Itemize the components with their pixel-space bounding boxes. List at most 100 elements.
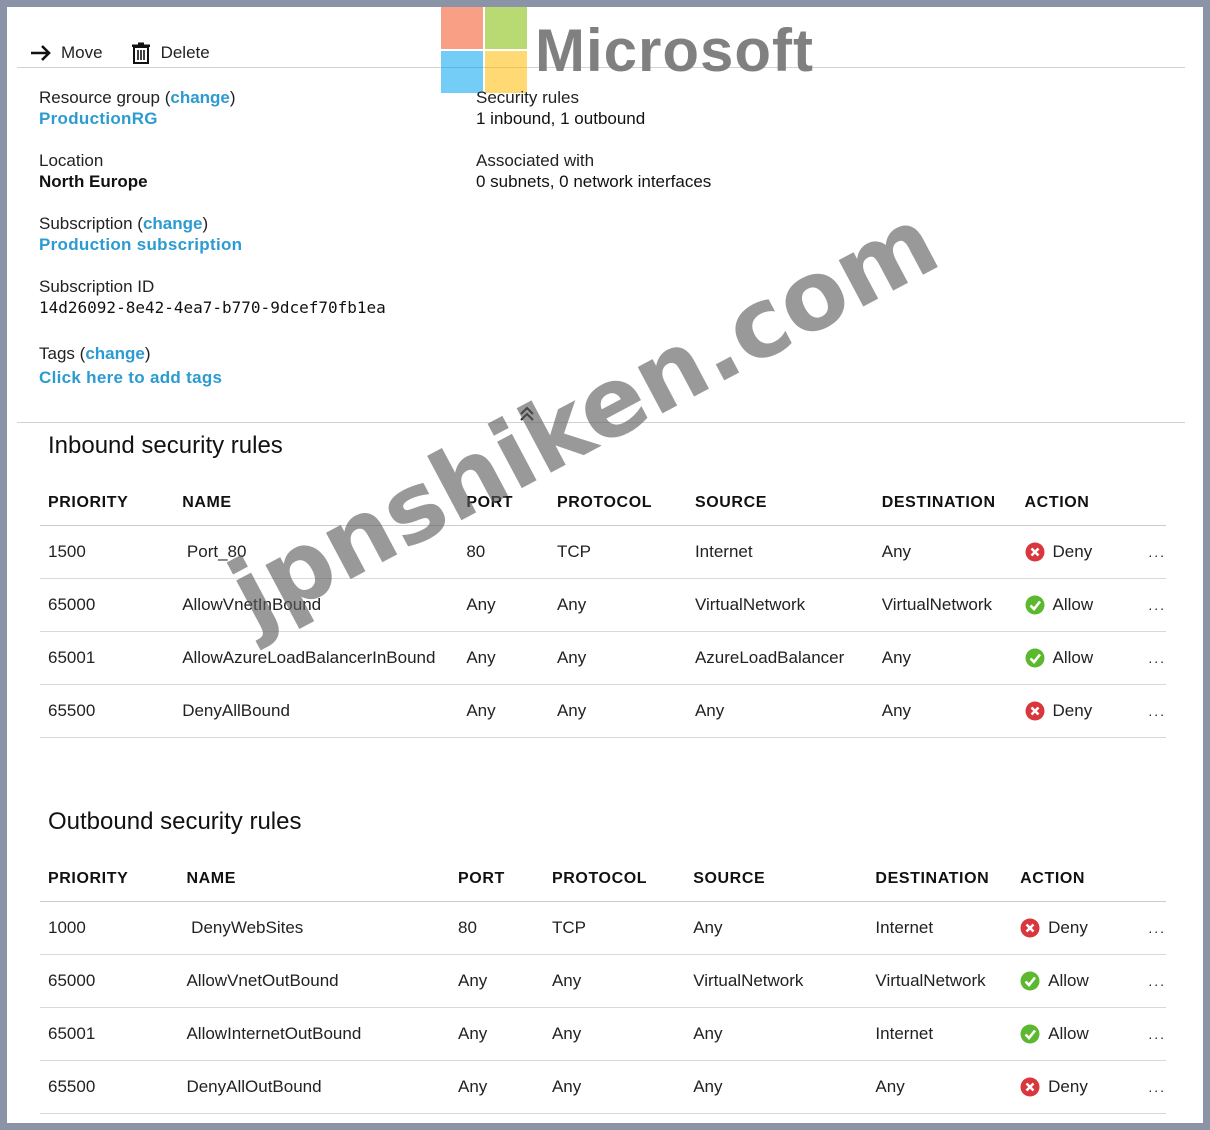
location-field: Location North Europe — [39, 150, 148, 192]
deny-circle-x-icon — [1025, 701, 1045, 721]
row-menu-button[interactable]: ... — [1140, 901, 1166, 955]
associated-with-label: Associated with — [476, 151, 595, 170]
action-status: Allow — [1025, 648, 1141, 668]
cell-protocol: Any — [543, 1060, 686, 1114]
outbound-title: Outbound security rules — [48, 808, 302, 835]
table-row[interactable]: 65001 AllowInternetOutBound Any Any Any Inter… — [40, 1007, 1166, 1061]
action-status: Allow — [1020, 971, 1140, 991]
cell-name: DenyAllOutBound — [178, 1060, 450, 1114]
microsoft-squares-icon — [441, 7, 527, 93]
inbound-rules-table: PRIORITY NAME PORT PROTOCOL SOURCE DESTINATIO… — [40, 481, 1166, 738]
nsg-blade: Move Delete Microsoft Resource group (ch… — [7, 7, 1203, 1123]
cell-name: AllowAzureLoadBalancerInBound — [174, 631, 459, 685]
location-value: North Europe — [39, 172, 148, 191]
microsoft-wordmark: Microsoft — [535, 16, 814, 84]
resource-group-label: Resource group — [39, 88, 160, 107]
row-menu-button[interactable]: ... — [1140, 525, 1166, 579]
row-menu-button[interactable]: ... — [1140, 1007, 1166, 1061]
cell-source: Any — [685, 901, 868, 955]
cell-protocol: TCP — [543, 901, 686, 955]
cell-source: Any — [686, 684, 874, 738]
cell-action: Deny — [1012, 901, 1141, 955]
cell-port: Any — [450, 1007, 544, 1061]
column-header-port: PORT — [458, 481, 549, 526]
column-header-source: SOURCE — [686, 481, 874, 526]
trash-icon — [131, 42, 150, 64]
cell-destination: Any — [873, 631, 1017, 685]
cell-priority: 65500 — [40, 1060, 179, 1114]
inbound-title: Inbound security rules — [48, 432, 283, 459]
column-header-menu — [1140, 857, 1166, 902]
action-label: Deny — [1052, 542, 1093, 561]
allow-check-icon — [1020, 971, 1040, 991]
action-label: Allow — [1048, 971, 1089, 990]
subscription-link[interactable]: Production subscription — [39, 234, 242, 255]
table-header-row: PRIORITY NAME PORT PROTOCOL SOURCE DESTINATIO… — [40, 857, 1166, 902]
row-menu-button[interactable]: ... — [1140, 578, 1166, 632]
cell-destination: Any — [873, 525, 1017, 579]
add-tags-link[interactable]: Click here to add tags — [39, 367, 222, 388]
security-rules-field: Security rules 1 inbound, 1 outbound — [476, 87, 645, 129]
cell-port: Any — [458, 684, 549, 738]
action-status: Deny — [1025, 542, 1141, 562]
row-menu-button[interactable]: ... — [1140, 1060, 1166, 1114]
move-button[interactable]: Move — [29, 42, 103, 64]
essentials-divider — [17, 422, 1185, 423]
action-status: Allow — [1025, 595, 1141, 615]
column-header-priority: PRIORITY — [40, 857, 179, 902]
table-row[interactable]: 65000 AllowVnetOutBound Any Any VirtualNetwo… — [40, 954, 1166, 1008]
tags-label: Tags — [39, 344, 75, 363]
action-label: Allow — [1052, 595, 1094, 614]
row-menu-button[interactable]: ... — [1140, 954, 1166, 1008]
cell-protocol: Any — [548, 631, 687, 685]
associated-with-field: Associated with 0 subnets, 0 network int… — [476, 150, 711, 192]
allow-check-icon — [1025, 648, 1045, 668]
cell-priority: 65000 — [40, 954, 179, 1008]
allow-check-icon — [1025, 595, 1045, 615]
cell-port: Any — [458, 631, 549, 685]
row-menu-button[interactable]: ... — [1140, 631, 1166, 685]
cell-port: Any — [458, 578, 549, 632]
table-row[interactable]: 1000 DenyWebSites 80 TCP Any Internet Deny... — [40, 901, 1166, 955]
table-header-row: PRIORITY NAME PORT PROTOCOL SOURCE DESTINATIO… — [40, 481, 1166, 526]
resource-group-link[interactable]: ProductionRG — [39, 108, 236, 129]
cell-destination: Internet — [867, 901, 1013, 955]
subscription-field: Subscription (change) Production subscri… — [39, 214, 243, 255]
subscription-id-label: Subscription ID — [39, 277, 155, 296]
cell-priority: 65500 — [40, 684, 175, 738]
column-header-action: ACTION — [1016, 481, 1141, 526]
cell-action: Allow — [1016, 631, 1141, 685]
deny-circle-x-icon — [1025, 542, 1045, 562]
delete-button[interactable]: Delete — [129, 42, 210, 64]
move-label: Move — [61, 43, 103, 62]
subscription-change-link[interactable]: change — [143, 214, 203, 233]
associated-with-value: 0 subnets, 0 network interfaces — [476, 172, 712, 191]
resource-group-change-link[interactable]: change — [170, 88, 230, 107]
command-bar: Move Delete — [29, 37, 210, 69]
tags-change-link[interactable]: change — [85, 344, 145, 363]
cell-priority: 65001 — [40, 1007, 179, 1061]
security-rules-value: 1 inbound, 1 outbound — [476, 109, 646, 128]
table-row[interactable]: 65500 DenyAllBound Any Any Any Any Deny... — [40, 684, 1166, 738]
outbound-rules-table: PRIORITY NAME PORT PROTOCOL SOURCE DESTINATIO… — [40, 857, 1166, 1114]
cell-action: Deny — [1016, 684, 1141, 738]
cell-action: Allow — [1012, 1007, 1141, 1061]
cell-priority: 65000 — [40, 578, 175, 632]
row-menu-button[interactable]: ... — [1140, 684, 1166, 738]
table-row[interactable]: 65500 DenyAllOutBound Any Any Any Any Deny... — [40, 1060, 1166, 1114]
table-row[interactable]: 1500 Port_80 80 TCP Internet Any Deny... — [40, 525, 1166, 579]
column-header-destination: DESTINATION — [873, 481, 1017, 526]
microsoft-logo: Microsoft — [441, 7, 814, 93]
table-row[interactable]: 65001 AllowAzureLoadBalancerInBound Any Any… — [40, 631, 1166, 685]
chevron-double-up-icon[interactable] — [517, 405, 537, 423]
location-label: Location — [39, 151, 104, 170]
cell-action: Deny — [1012, 1060, 1141, 1114]
cell-action: Deny — [1016, 525, 1141, 579]
security-rules-label: Security rules — [476, 88, 579, 107]
cell-destination: VirtualNetwork — [867, 954, 1013, 1008]
cell-action: Allow — [1012, 954, 1141, 1008]
column-header-protocol: PROTOCOL — [543, 857, 686, 902]
cell-port: Any — [450, 954, 544, 1008]
table-row[interactable]: 65000 AllowVnetInBound Any Any VirtualNetwor… — [40, 578, 1166, 632]
deny-circle-x-icon — [1020, 918, 1040, 938]
